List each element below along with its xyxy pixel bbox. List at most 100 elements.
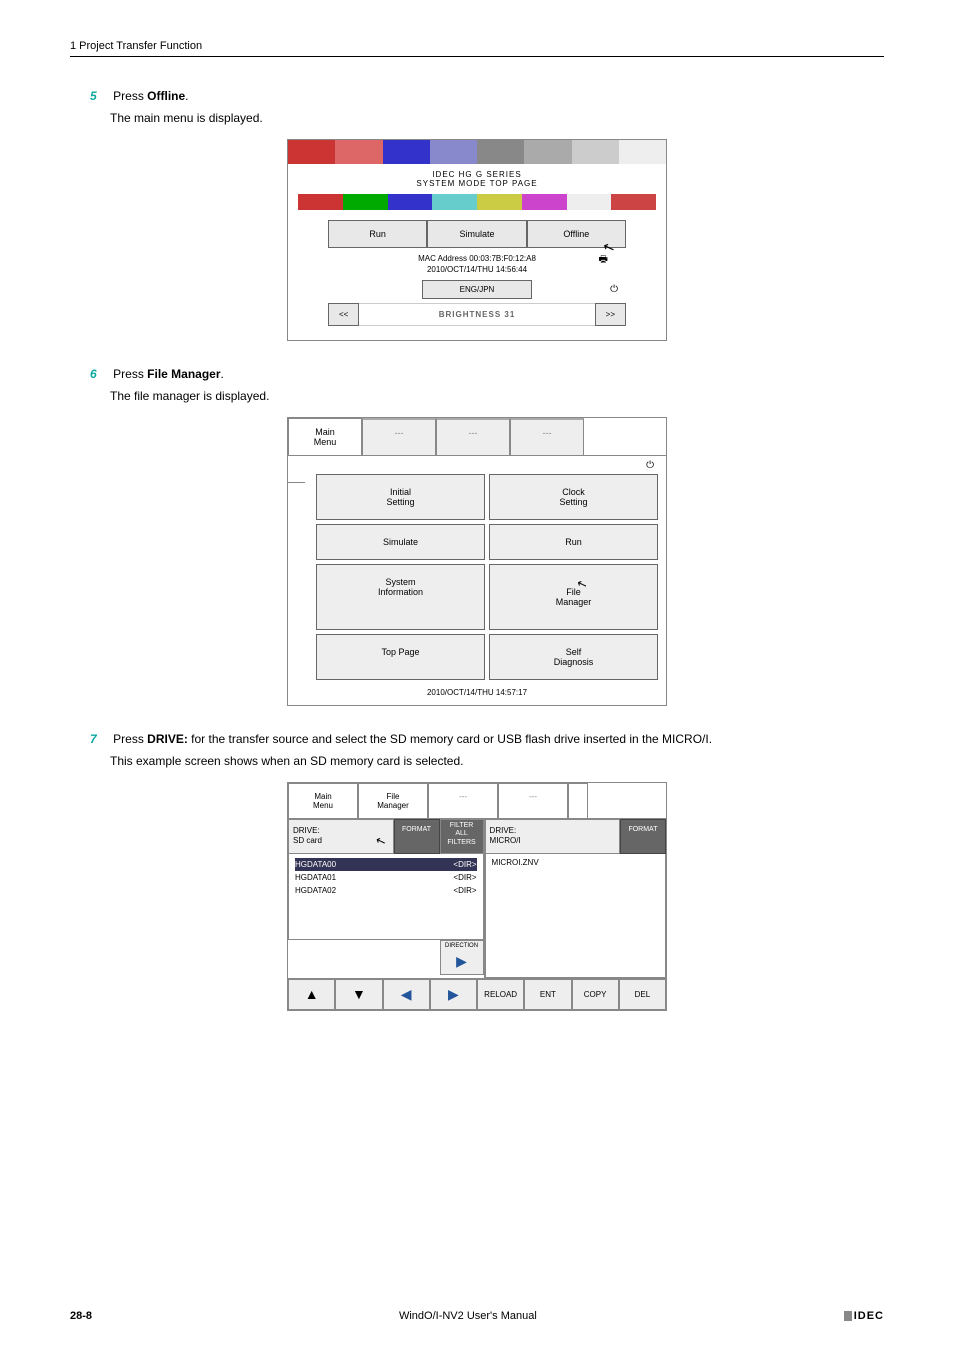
tab-main-menu[interactable]: Main Menu <box>288 418 362 455</box>
drive-dest-button[interactable]: DRIVE: MICRO/I <box>485 819 620 854</box>
system-info-button[interactable]: System Information <box>316 564 485 630</box>
drive-source-label: DRIVE: <box>293 826 320 835</box>
step-7-sub: This example screen shows when an SD mem… <box>110 754 884 768</box>
list-item[interactable]: HGDATA02 <DIR> <box>295 884 477 897</box>
simulate-button[interactable]: Simulate <box>427 220 526 248</box>
figure1-datetime: 2010/OCT/14/THU 14:56:44 <box>288 265 666 274</box>
offline-label: Offline <box>563 229 589 239</box>
step-5: 5 Press Offline. <box>90 87 884 105</box>
ent-button[interactable]: ENT <box>524 979 571 1010</box>
self-diagnosis-button[interactable]: Self Diagnosis <box>489 634 658 680</box>
tab-dash-3: --- <box>510 418 584 455</box>
outlet-icon: ⏻ <box>610 284 618 295</box>
page-footer: 28-8 WindO/I-NV2 User's Manual IDEC <box>70 1310 884 1322</box>
file-name: HGDATA01 <box>295 873 336 882</box>
drive-dest-label: DRIVE: <box>490 826 517 835</box>
format-source-button[interactable]: FORMAT <box>394 819 440 854</box>
file-type: <DIR> <box>453 873 476 882</box>
copy-button[interactable]: COPY <box>572 979 619 1010</box>
cursor-icon: ↖ <box>374 833 389 851</box>
page-header: 1 Project Transfer Function <box>70 40 884 57</box>
drive-source-value: SD card <box>293 836 322 845</box>
del-button[interactable]: DEL <box>619 979 666 1010</box>
step-5-post: . <box>185 89 188 103</box>
source-file-list[interactable]: HGDATA00<DIR> HGDATA01 <DIR> HGDATA02 <DIR… <box>288 854 484 940</box>
reload-button[interactable]: RELOAD <box>477 979 524 1010</box>
file-manager-right-pane: DRIVE: MICRO/I FORMAT MICROI.ZNV <box>485 819 666 978</box>
tab-dash-4: --- <box>428 783 498 818</box>
initial-setting-button[interactable]: Initial Setting <box>316 474 485 520</box>
figure3-body: DRIVE: SD card ↖ FORMAT FILTER ALL FILTE… <box>288 818 666 978</box>
step-5-num: 5 <box>90 89 97 103</box>
top-page-button[interactable]: Top Page <box>316 634 485 680</box>
step-6: 6 Press File Manager. <box>90 365 884 383</box>
brightness-next-button[interactable]: >> <box>595 303 626 326</box>
direction-button[interactable]: ▶ <box>440 951 484 975</box>
step-6-post: . <box>221 367 224 381</box>
figure1-title2: SYSTEM MODE TOP PAGE <box>288 179 666 188</box>
tab-edge <box>568 783 588 818</box>
list-item[interactable]: HGDATA01 <DIR> <box>295 871 477 884</box>
file-name: HGDATA00 <box>295 860 336 869</box>
figure3-tabs: Main Menu File Manager --- --- <box>288 783 666 818</box>
down-button[interactable]: ▼ <box>335 979 382 1010</box>
file-name: HGDATA02 <box>295 886 336 895</box>
eng-jpn-button[interactable]: ENG/JPN <box>422 280 532 299</box>
brightness-value: BRIGHTNESS 31 <box>359 303 594 326</box>
step-7-post: for the transfer source and select the S… <box>188 732 712 746</box>
tab-main-menu-3[interactable]: Main Menu <box>288 783 358 818</box>
left-button[interactable]: ◀ <box>383 979 430 1010</box>
file-manager-button[interactable]: File Manager ↖ <box>489 564 658 630</box>
brightness-prev-button[interactable]: << <box>328 303 359 326</box>
figure-file-manager: Main Menu File Manager --- --- DRIVE: SD… <box>287 782 667 1011</box>
tab-dash-2: --- <box>436 418 510 455</box>
figure2-body: ⏻ Initial Setting Clock Setting Simulate… <box>288 455 666 705</box>
brightness-row: << BRIGHTNESS 31 >> <box>328 303 626 326</box>
step-7-pre: Press <box>113 732 147 746</box>
list-item[interactable]: HGDATA00<DIR> <box>295 858 477 871</box>
step-6-bold: File Manager <box>147 367 220 381</box>
step-6-sub: The file manager is displayed. <box>110 389 884 403</box>
simulate-button-2[interactable]: Simulate <box>316 524 485 560</box>
outlet-icon: ⏻ <box>646 460 654 471</box>
step-7-num: 7 <box>90 732 97 746</box>
file-manager-left-pane: DRIVE: SD card ↖ FORMAT FILTER ALL FILTE… <box>288 819 485 978</box>
speaker-icon: 🖶 <box>599 252 608 269</box>
format-dest-button[interactable]: FORMAT <box>620 819 666 854</box>
color-bar <box>298 194 656 210</box>
step-7-text: Press DRIVE: for the transfer source and… <box>113 732 712 746</box>
step-5-pre: Press <box>113 89 147 103</box>
figure2-datetime: 2010/OCT/14/THU 14:57:17 <box>288 684 666 705</box>
file-name: MICROI.ZNV <box>492 858 659 867</box>
idec-logo-text: IDEC <box>854 1310 884 1322</box>
filter-button[interactable]: FILTER ALL FILTERS <box>440 819 484 854</box>
mode-button-row: Run Simulate Offline ↖ <box>328 220 626 248</box>
step-6-text: Press File Manager. <box>113 367 224 381</box>
step-7-bold: DRIVE: <box>147 732 188 746</box>
filter-all-label: ALL FILTERS <box>441 830 483 847</box>
gradient-bar-top <box>288 140 666 164</box>
tab-dash-1: --- <box>362 418 436 455</box>
offline-button[interactable]: Offline ↖ <box>527 220 626 248</box>
idec-logo: IDEC <box>844 1310 884 1322</box>
step-5-text: Press Offline. <box>113 89 188 103</box>
clock-setting-button[interactable]: Clock Setting <box>489 474 658 520</box>
step-5-bold: Offline <box>147 89 185 103</box>
file-type: <DIR> <box>453 886 476 895</box>
figure-main-menu: Main Menu --- --- --- ⏻ Initial Setting … <box>287 417 667 706</box>
tab-file-manager[interactable]: File Manager <box>358 783 428 818</box>
run-button-2[interactable]: Run <box>489 524 658 560</box>
step-5-sub: The main menu is displayed. <box>110 111 884 125</box>
mac-address: MAC Address 00:03:7B:F0:12:A8 <box>288 254 666 263</box>
figure1-title1: IDEC HG G SERIES <box>288 170 666 179</box>
dest-file-list[interactable]: MICROI.ZNV <box>485 854 666 978</box>
step-6-pre: Press <box>113 367 147 381</box>
up-button[interactable]: ▲ <box>288 979 335 1010</box>
step-6-num: 6 <box>90 367 97 381</box>
drive-source-button[interactable]: DRIVE: SD card ↖ <box>288 819 394 854</box>
right-button[interactable]: ▶ <box>430 979 477 1010</box>
run-button[interactable]: Run <box>328 220 427 248</box>
direction-label: DIRECTION <box>440 940 484 951</box>
figure-system-mode: IDEC HG G SERIES SYSTEM MODE TOP PAGE Ru… <box>287 139 667 341</box>
footer-title: WindO/I-NV2 User's Manual <box>399 1310 537 1322</box>
